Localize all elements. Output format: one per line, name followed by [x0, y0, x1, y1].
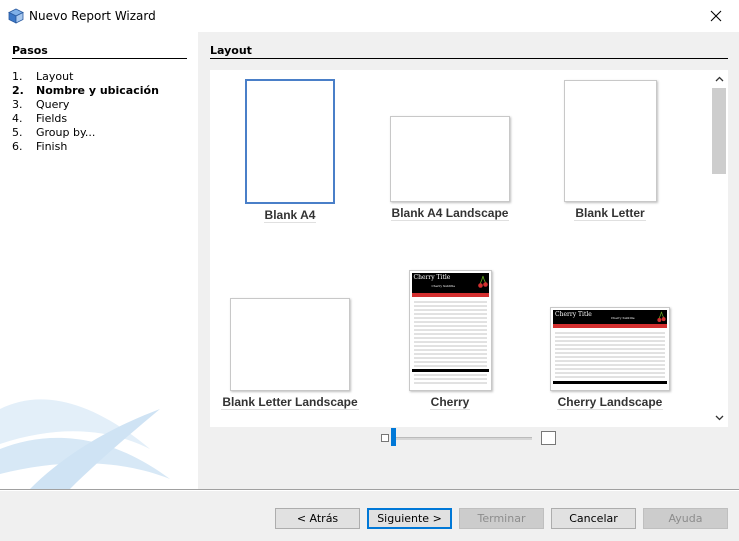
zoom-in-icon: [541, 431, 556, 445]
template-thumbnail: Cherry Title Cherry Subtitle: [408, 270, 492, 391]
step-nombre-ubicacion: 2. Nombre y ubicación: [12, 84, 159, 97]
template-cherry-landscape[interactable]: Cherry Title Cherry Subtitle Cherry Land…: [545, 307, 675, 410]
steps-panel: Pasos 1. Layout 2. Nombre y ubicación 3. Qu…: [0, 32, 198, 489]
template-gallery: Blank A4 Blank A4 Landscape Blank Letter…: [210, 70, 728, 427]
scroll-down-button[interactable]: [710, 410, 728, 426]
chevron-up-icon: [715, 76, 723, 82]
steps-header: Pasos: [12, 44, 48, 57]
step-group-by: 5. Group by...: [12, 126, 96, 139]
cherry-title-text: Cherry Title: [413, 274, 451, 281]
cherry-table-lines: [411, 301, 489, 384]
cherry-logo-icon: [657, 311, 666, 322]
layout-header: Layout: [210, 44, 252, 57]
help-button[interactable]: Ayuda: [643, 508, 728, 529]
step-finish: 6. Finish: [12, 140, 68, 153]
template-thumbnail: Cherry Title Cherry Subtitle: [550, 307, 670, 391]
zoom-handle[interactable]: [391, 428, 396, 446]
cancel-button[interactable]: Cancelar: [551, 508, 636, 529]
scroll-thumb[interactable]: [712, 88, 726, 174]
cherry-title-text: Cherry Title: [555, 311, 592, 318]
step-layout: 1. Layout: [12, 70, 74, 83]
template-thumbnail: [390, 116, 510, 202]
cherry-subtitle-text: Cherry Subtitle: [611, 316, 635, 320]
template-blank-letter-landscape[interactable]: Blank Letter Landscape: [220, 298, 360, 410]
zoom-out-icon: [381, 434, 389, 442]
app-cube-icon: [8, 8, 24, 24]
step-query: 3. Query: [12, 98, 70, 111]
scroll-up-button[interactable]: [710, 71, 728, 87]
step-fields: 4. Fields: [12, 112, 68, 125]
template-thumbnail: [230, 298, 350, 391]
close-icon: [710, 10, 722, 22]
gallery-scrollbar[interactable]: [710, 70, 728, 427]
template-cherry[interactable]: Cherry Title Cherry Subtitle Cherry: [405, 270, 495, 410]
decorative-swoosh: [0, 399, 170, 489]
template-label: Blank Letter: [574, 206, 646, 221]
template-thumbnail: [563, 80, 657, 202]
template-blank-a4[interactable]: Blank A4: [245, 79, 335, 223]
template-label: Cherry: [429, 395, 471, 410]
template-label: Cherry Landscape: [556, 395, 664, 410]
cherry-subtitle-text: Cherry Subtitle: [431, 284, 456, 288]
zoom-track[interactable]: [392, 437, 532, 440]
finish-button[interactable]: Terminar: [459, 508, 544, 529]
template-blank-a4-landscape[interactable]: Blank A4 Landscape: [380, 116, 520, 221]
template-label: Blank Letter Landscape: [221, 395, 359, 410]
zoom-slider[interactable]: [378, 428, 558, 448]
close-button[interactable]: [693, 0, 739, 32]
title-bar: Nuevo Report Wizard: [0, 0, 739, 32]
steps-list: 1. Layout 2. Nombre y ubicación 3. Query 4.…: [12, 70, 159, 154]
template-label: Blank A4: [263, 208, 317, 223]
back-button[interactable]: < Atrás: [275, 508, 360, 529]
template-thumbnail: [245, 79, 335, 204]
cherry-table-lines: [553, 332, 667, 384]
steps-divider: [12, 58, 187, 59]
window-title: Nuevo Report Wizard: [29, 9, 156, 23]
next-button[interactable]: Siguiente >: [367, 508, 452, 529]
template-label: Blank A4 Landscape: [390, 206, 510, 221]
cherry-logo-icon: [477, 275, 488, 288]
template-blank-letter[interactable]: Blank Letter: [560, 80, 660, 221]
layout-divider: [210, 58, 728, 59]
chevron-down-icon: [715, 415, 723, 421]
